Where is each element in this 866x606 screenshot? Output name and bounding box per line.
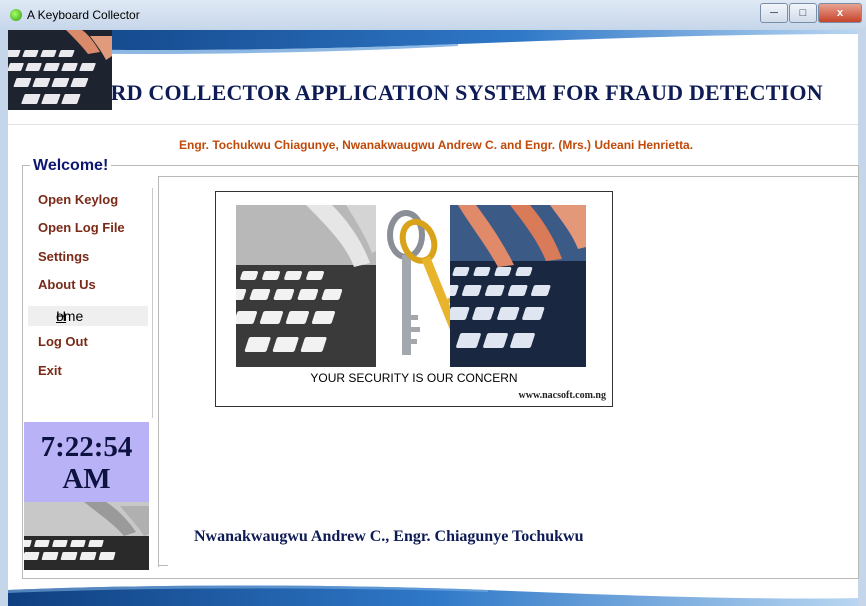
sidebar-menu: Open Keylog Open Log File Settings About… (28, 188, 153, 418)
window-titlebar[interactable]: A Keyboard Collector ─ □ x (0, 0, 866, 31)
window-title: A Keyboard Collector (27, 8, 140, 22)
sidebar-item-settings[interactable]: Settings (38, 249, 89, 264)
minimize-icon: ─ (770, 7, 778, 19)
maximize-button[interactable]: □ (789, 3, 817, 23)
window-frame-left (0, 30, 8, 606)
bottom-swoosh (8, 585, 858, 606)
close-button[interactable]: x (818, 3, 862, 23)
clock-time: 7:22:54 (40, 431, 133, 463)
sidebar-item-log-out[interactable]: Log Out (38, 334, 88, 349)
splash-url: www.nacsoft.com.ng (518, 390, 607, 401)
maximize-icon: □ (799, 7, 807, 19)
splash-caption: YOUR SECURITY IS OUR CONCERN (310, 371, 518, 385)
keyboard-photo-header (8, 30, 112, 110)
header-divider (8, 124, 858, 125)
bottom-banner (8, 580, 858, 606)
clock-ampm: AM (62, 463, 111, 495)
keys-icon (387, 210, 450, 355)
authors-line: Engr. Tochukwu Chiagunye, Nwanakwaugwu A… (179, 138, 694, 152)
main-panel-tick (158, 565, 168, 566)
sidebar-item-exit[interactable]: Exit (38, 363, 62, 378)
footer-authors: Nwanakwaugwu Andrew C., Engr. Chiagunye … (194, 528, 584, 545)
header-banner: KEYBOARD COLLECTOR APPLICATION SYSTEM FO… (8, 30, 858, 124)
keyboard-photo-sidebar (24, 502, 149, 570)
close-icon: x (836, 7, 844, 19)
sidebar-item-home[interactable]: Home (28, 306, 148, 326)
sidebar-item-open-keylog[interactable]: Open Keylog (38, 192, 118, 207)
home-rest: ome (56, 308, 84, 324)
keyboard-photo-color (450, 205, 586, 367)
banner-swoosh (8, 30, 858, 54)
clock-panel: 7:22:54 AM (24, 422, 149, 502)
minimize-button[interactable]: ─ (760, 3, 788, 23)
app-icon (10, 9, 22, 21)
sidebar-item-about-us[interactable]: About Us (38, 277, 96, 292)
sidebar-item-open-log-file[interactable]: Open Log File (38, 220, 125, 235)
splash-picture: YOUR SECURITY IS OUR CONCERN www.nacsoft… (215, 191, 613, 407)
window-frame-right (858, 30, 866, 606)
app-title: KEYBOARD COLLECTOR APPLICATION SYSTEM FO… (14, 80, 823, 105)
welcome-legend: Welcome! (30, 157, 112, 175)
keyboard-photo-bw (236, 205, 376, 367)
window-controls: ─ □ x (759, 3, 862, 23)
